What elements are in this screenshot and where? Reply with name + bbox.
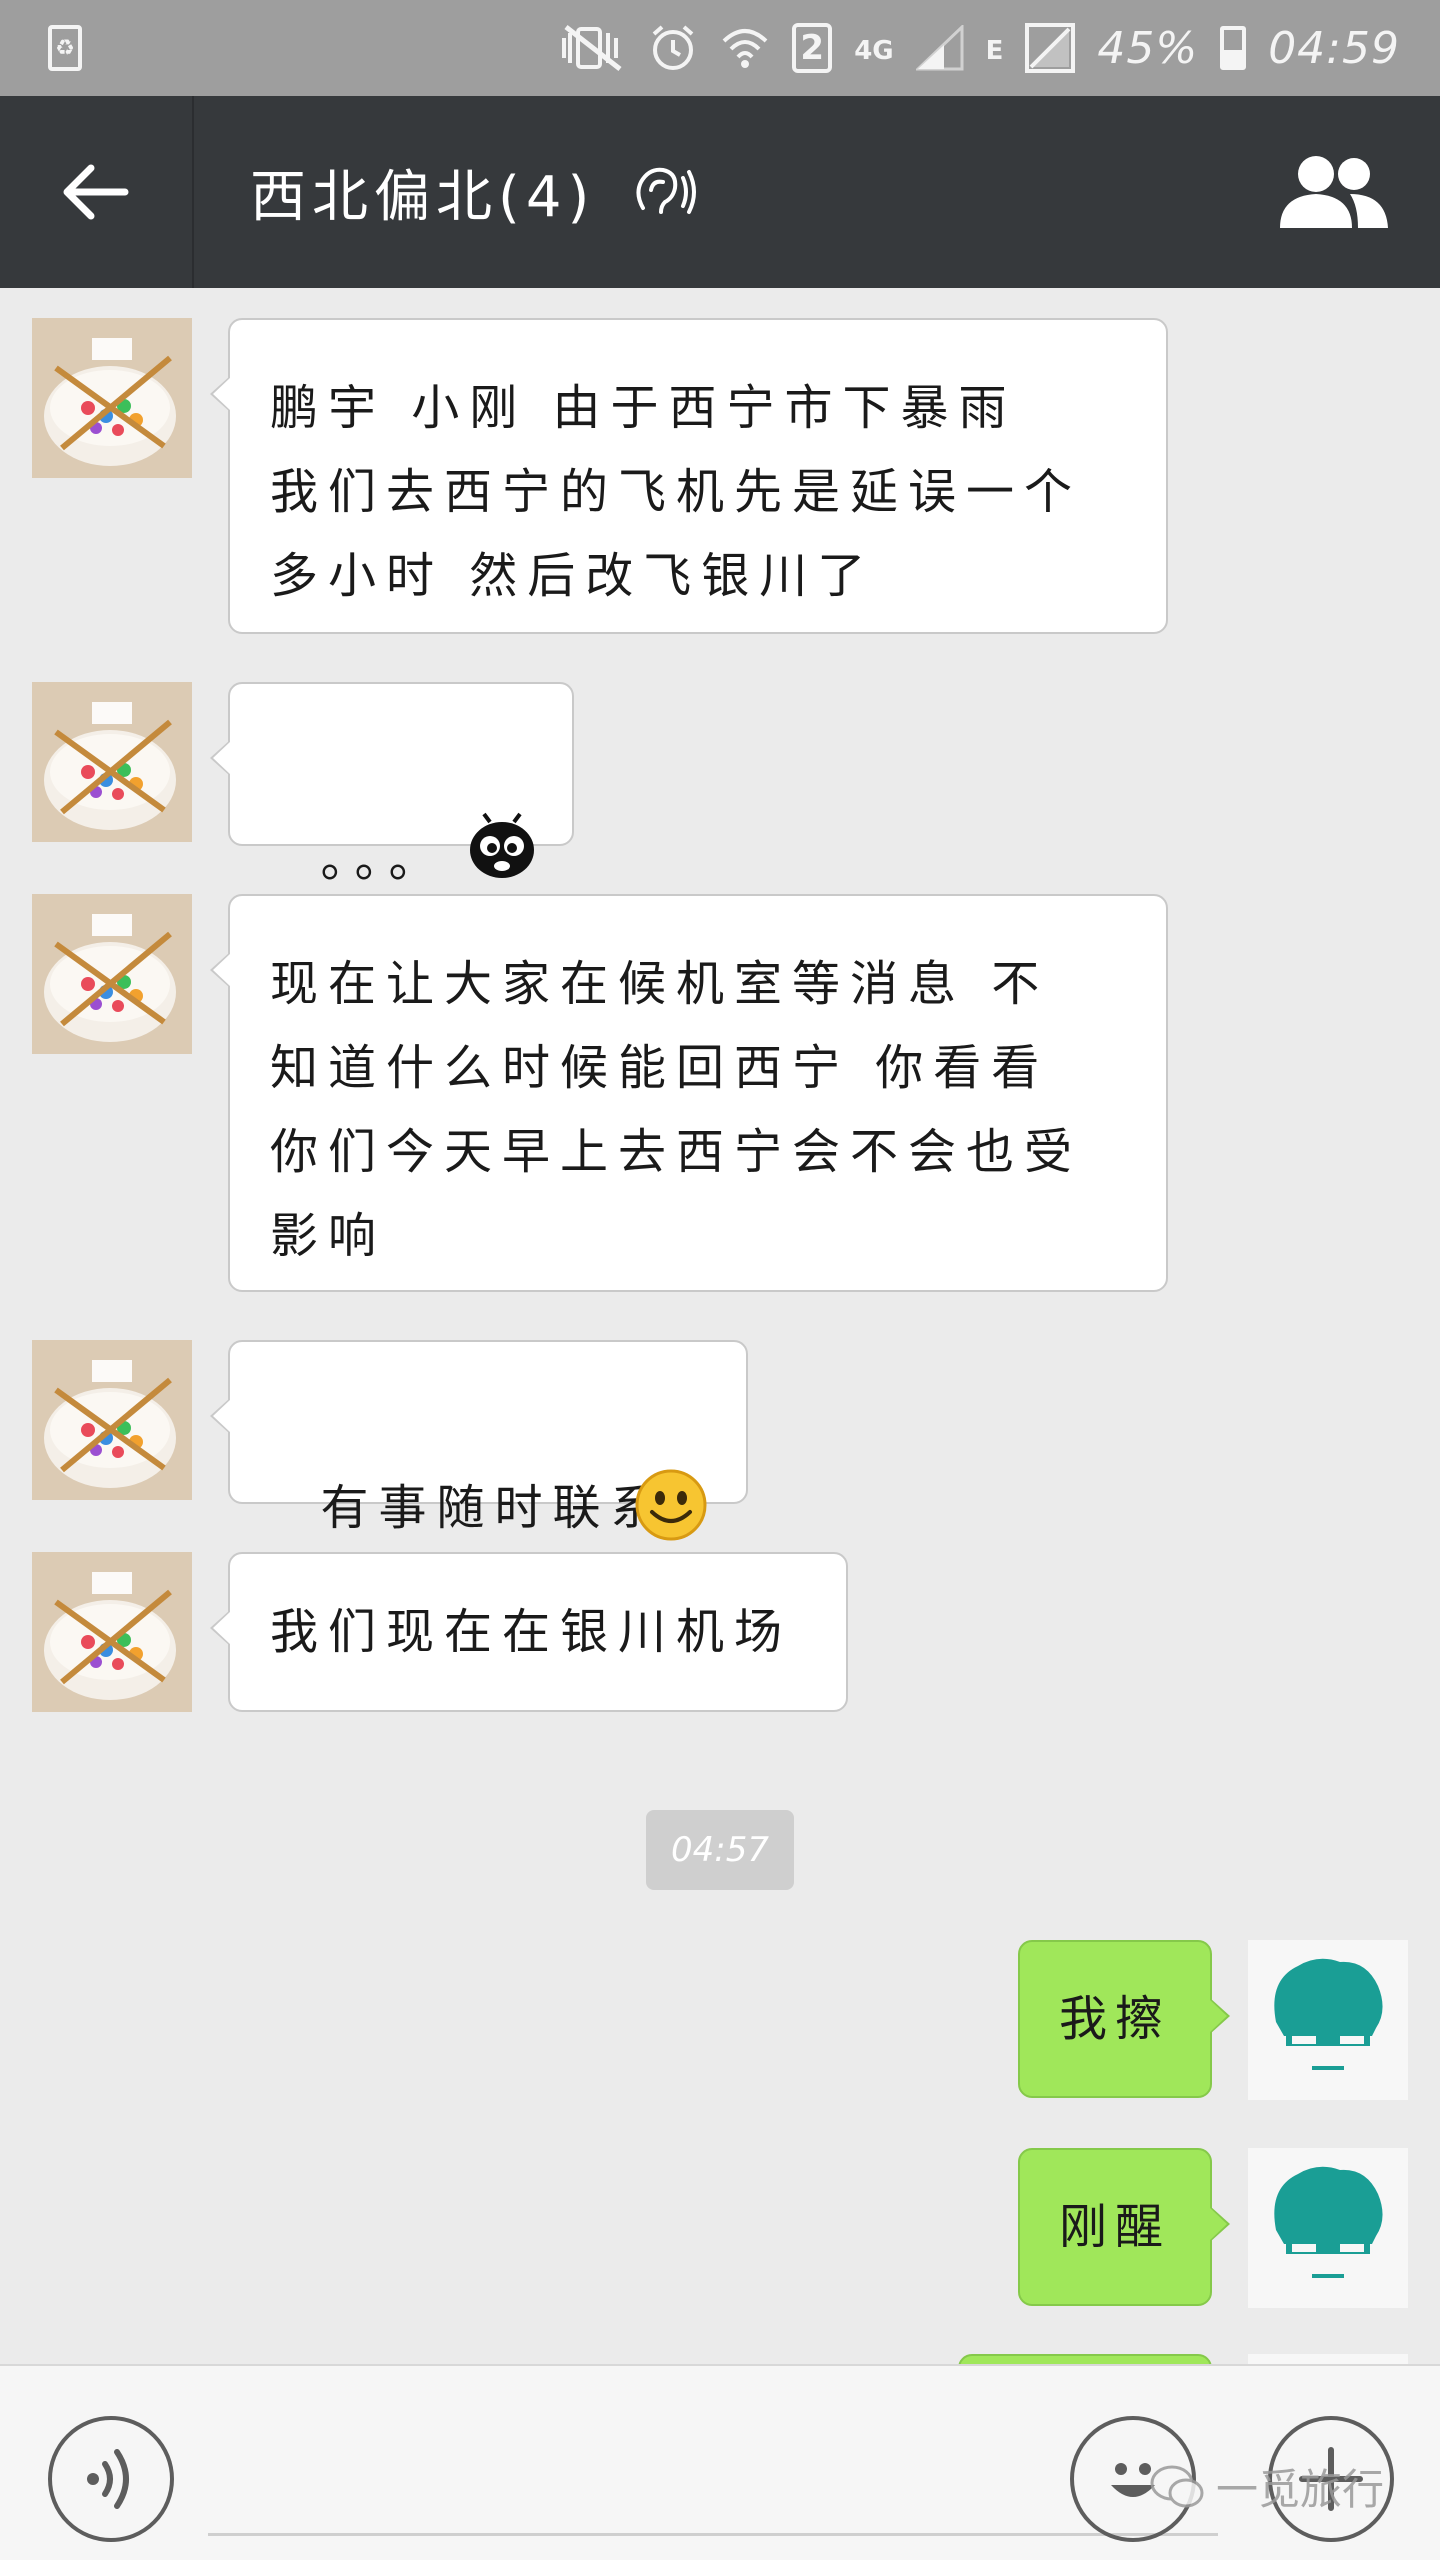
cake-avatar-image [32,894,192,1054]
sender-avatar[interactable] [32,894,192,1054]
input-bar: 一觅旅行 [0,2364,1440,2560]
message-bubble-incoming[interactable]: 有事随时联系 [210,1340,748,1541]
group-members-button[interactable] [1278,152,1390,236]
message-bubble-outgoing[interactable]: 我擦 [1018,1940,1230,2098]
my-avatar[interactable] [1248,1940,1408,2100]
message-timestamp: 04:57 [646,1810,794,1890]
earpiece-mode-icon [633,164,697,220]
alarm-icon [648,22,698,74]
watermark-text: 一觅旅行 [1216,2465,1385,2514]
back-button[interactable] [0,96,194,288]
cake-avatar-image [32,1552,192,1712]
cell-signal-icon [915,25,964,71]
watermark: 一觅旅行 [1150,2456,1384,2517]
status-clock: 04:59 [1268,22,1400,74]
voice-wave-icon [87,2449,129,2509]
battery-percent: 45% [1097,22,1199,74]
chat-header: 西北偏北(4) [0,96,1440,288]
message-bubble-incoming[interactable]: 鹏宇 小刚 由于西宁市下暴雨 我们去西宁的飞机先是延误一个 多小时 然后改飞银川… [210,318,1168,634]
sender-avatar[interactable] [32,1340,192,1500]
group-members-icon [1280,156,1388,228]
battery-icon [1220,26,1247,70]
chat-title: 西北偏北(4) [250,164,596,230]
message-bubble-incoming[interactable]: 。。。 [210,682,574,888]
wifi-icon [720,23,770,73]
message-bubble-incoming[interactable]: 我们现在在银川机场 [210,1552,848,1712]
sender-avatar[interactable] [32,682,192,842]
network-type-4g: 4G [854,36,894,66]
cake-avatar-image [32,318,192,478]
voice-input-button[interactable] [48,2416,174,2542]
cake-avatar-image [32,1340,192,1500]
sim-slot-badge: 2 [792,23,833,73]
my-avatar[interactable] [1248,2148,1408,2308]
cake-avatar-image [32,682,192,842]
network-type-e: E [985,36,1004,66]
teal-face-avatar-image [1248,1940,1408,2100]
teal-face-avatar-image [1248,2148,1408,2308]
message-bubble-outgoing[interactable]: 刚醒 [1018,2148,1230,2306]
message-input[interactable] [208,2426,1218,2536]
sender-avatar[interactable] [32,1552,192,1712]
wechat-logo-icon [1150,2465,1204,2507]
back-arrow-icon [63,164,129,220]
cell-signal-2-icon [1025,23,1076,73]
status-bar: ♻ 2 4G E 45% 04:59 [0,0,1440,96]
message-bubble-incoming[interactable]: 现在让大家在候机室等消息 不 知道什么时候能回西宁 你看看 你们今天早上去西宁会… [210,894,1168,1292]
sender-avatar[interactable] [32,318,192,478]
vibrate-mute-icon [560,23,626,73]
recycle-notification-icon: ♻ [48,25,82,71]
